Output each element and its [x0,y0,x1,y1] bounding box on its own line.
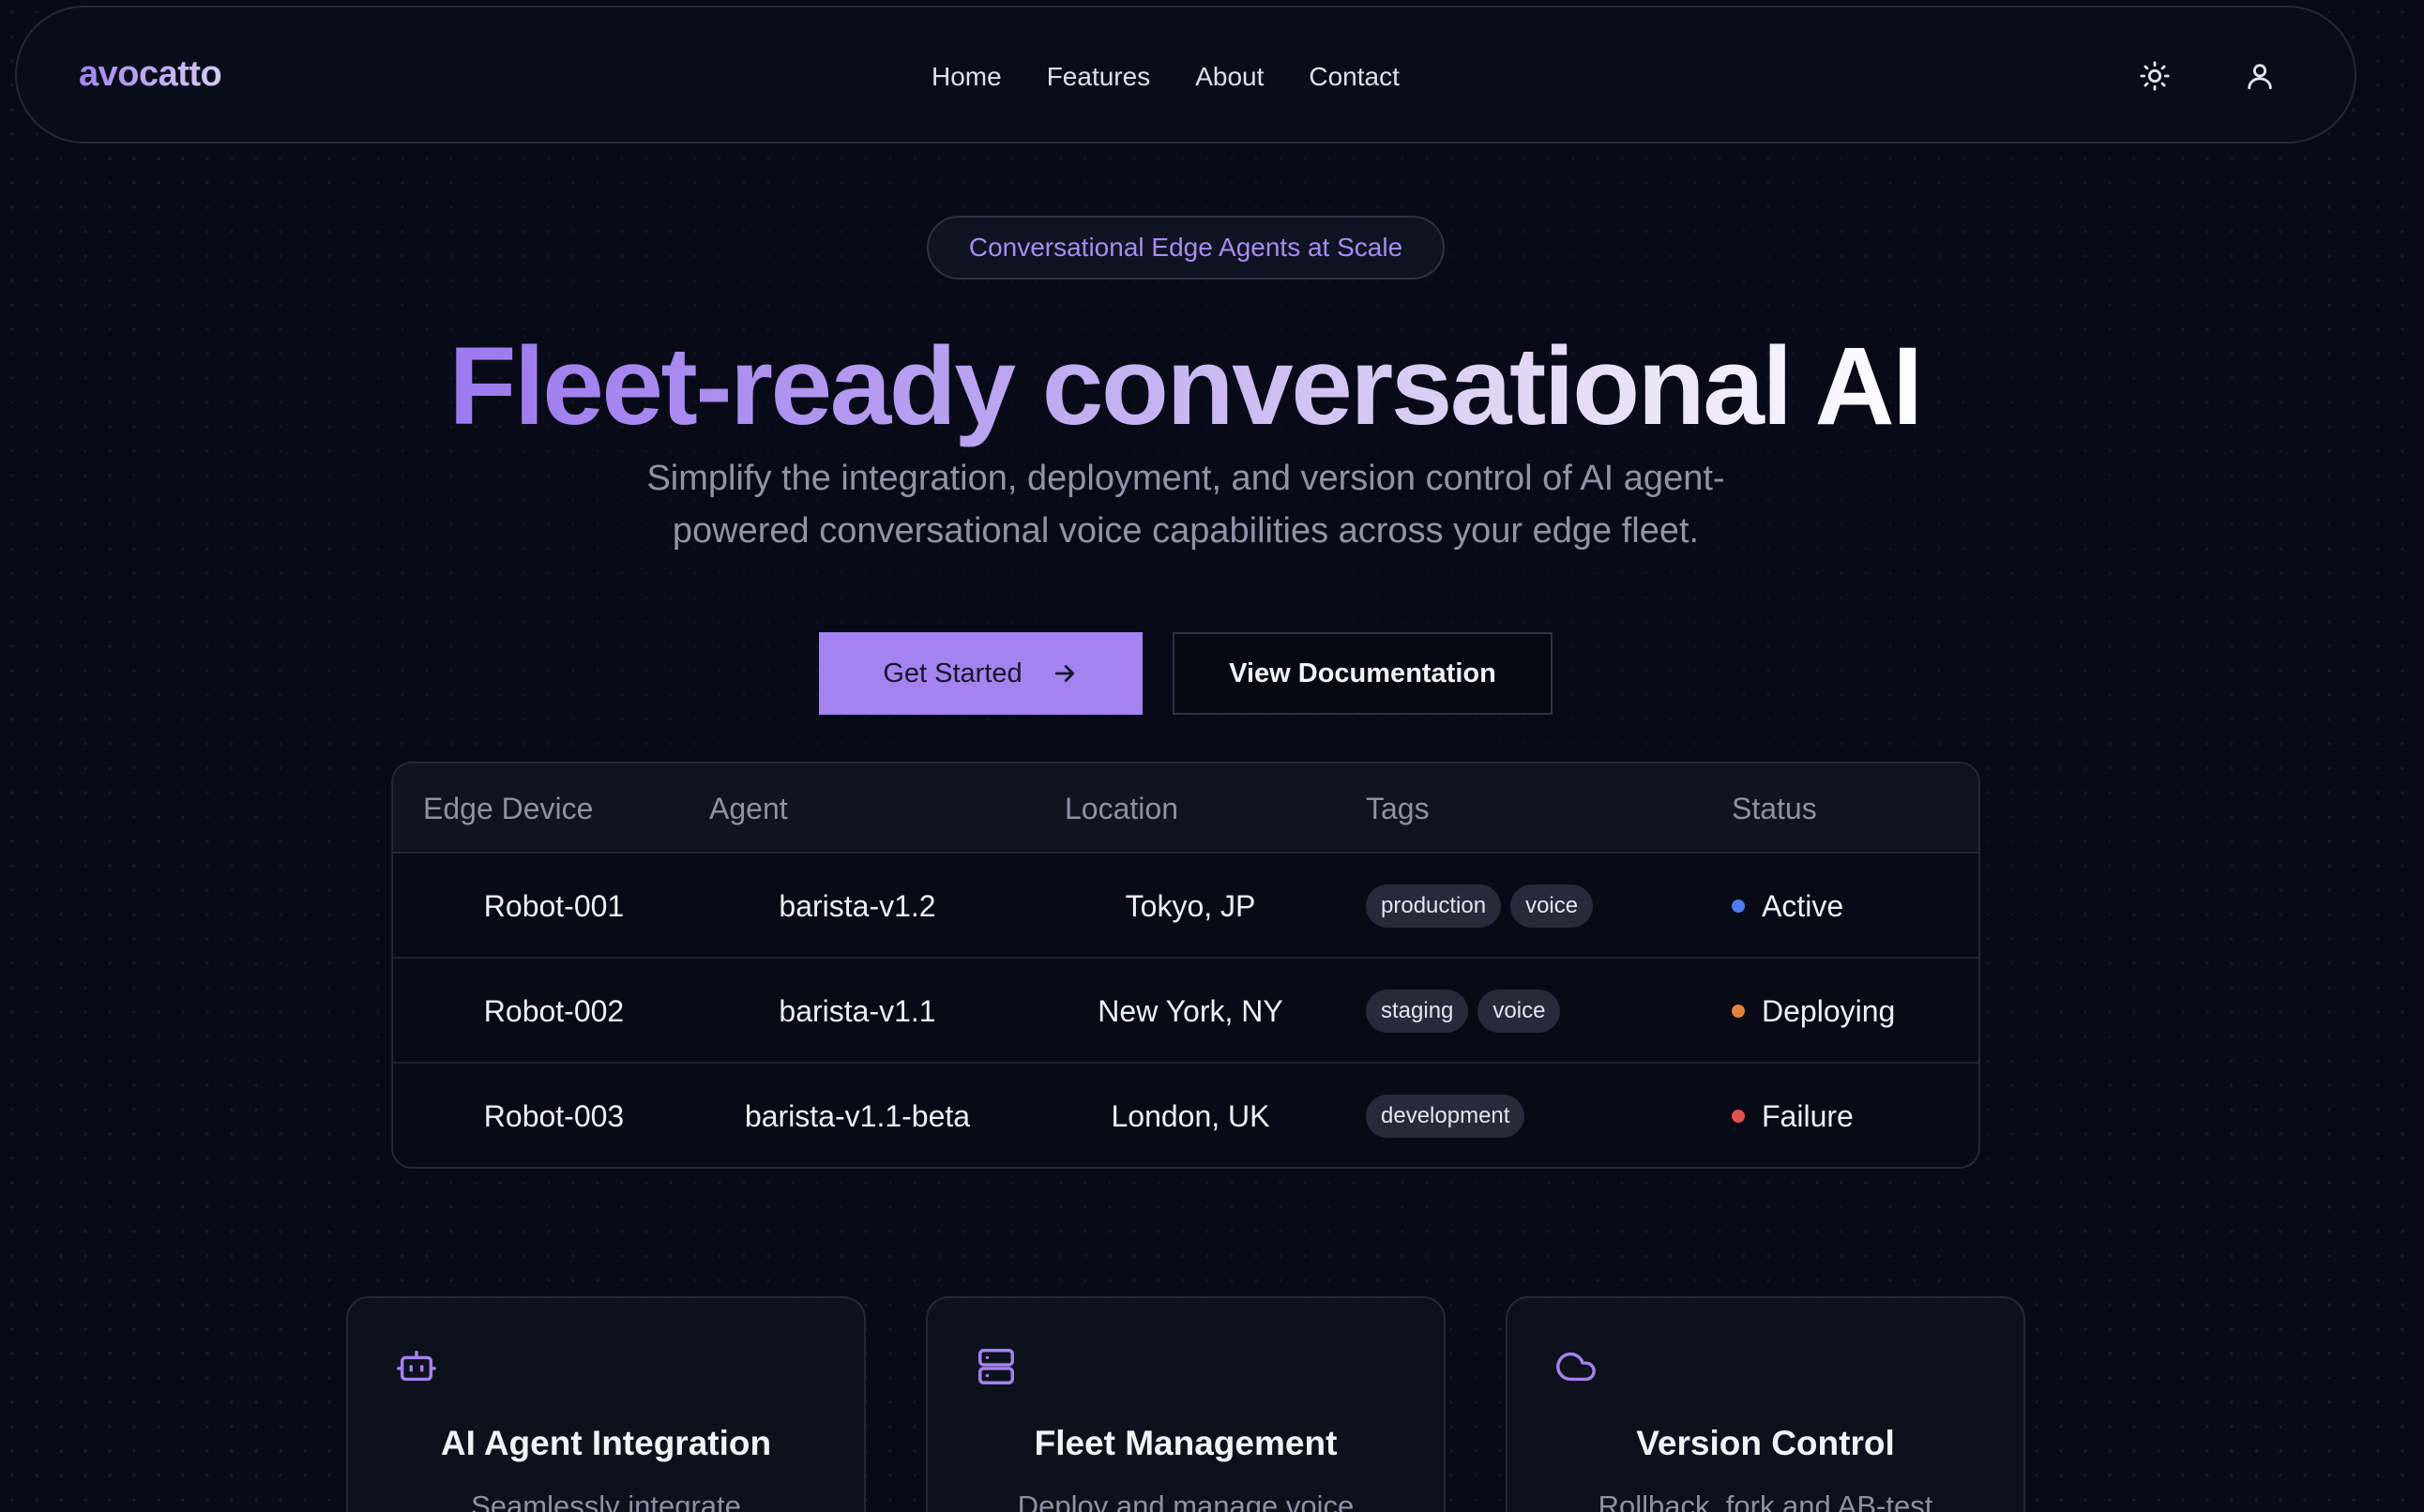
hero-headline-text: Fleet-ready conversational AI [448,325,1923,448]
column-header-tags: Tags [1366,792,1430,825]
feature-card-ai-agent-integration: AI Agent Integration Seamlessly integrat… [346,1296,866,1512]
column-header-agent: Agent [709,792,788,825]
table-row[interactable]: Robot-001 barista-v1.2 Tokyo, JP product… [393,854,1978,959]
cell-tags: production voice [1366,854,1602,959]
view-documentation-button[interactable]: View Documentation [1173,632,1553,715]
status-dot [1732,1005,1745,1018]
nav-link-features[interactable]: Features [1047,62,1151,92]
feature-title: AI Agent Integration [440,1424,772,1462]
get-started-button[interactable]: Get Started [819,632,1143,715]
cell-device: Robot-003 [483,1099,625,1133]
get-started-label: Get Started [883,658,1023,688]
nav-link-home[interactable]: Home [932,62,1002,92]
cell-location: Tokyo, JP [1125,889,1256,923]
status-dot [1732,900,1745,913]
status-text: Deploying [1762,993,1896,1028]
cell-agent: barista-v1.2 [779,889,936,923]
cell-agent: barista-v1.1 [779,994,936,1028]
feature-description: Seamlessly integrate [471,1489,741,1512]
feature-card-fleet-management: Fleet Management Deploy and manage voice [926,1296,1446,1512]
feature-title: Fleet Management [1034,1424,1338,1462]
nav-link-about[interactable]: About [1195,62,1264,92]
tag: production [1366,885,1502,928]
cell-device: Robot-002 [483,994,625,1028]
status-dot [1732,1110,1745,1123]
logo[interactable]: avocatto [79,54,222,95]
nav-links: Home Features About Contact [932,8,1445,145]
feature-title: Version Control [1636,1424,1895,1462]
cell-tags: staging voice [1366,959,1569,1064]
hero-subtitle-line-1: Simplify the integration, deployment, an… [646,459,1725,498]
feature-card-version-control: Version Control Rollback, fork and AB-te… [1506,1296,2025,1512]
nav-link-contact[interactable]: Contact [1309,62,1400,92]
arrow-right-icon [1054,665,1074,682]
hero-subtitle-line-2: powered conversational voice capabilitie… [672,511,1700,551]
cell-agent: barista-v1.1-beta [744,1099,971,1133]
table-row[interactable]: Robot-002 barista-v1.1 New York, NY stag… [393,959,1978,1064]
status-text: Failure [1762,1098,1854,1133]
feature-description: Deploy and manage voice [1017,1489,1355,1512]
tag: voice [1477,990,1561,1033]
hero-headline: Fleet-ready conversational AI [0,326,2370,446]
column-header-status: Status [1732,792,1817,825]
top-navbar: avocatto Home Features About Contact [15,6,2356,144]
table-header: Edge Device Agent Location Tags Status [393,764,1978,854]
sun-icon[interactable] [2139,60,2171,92]
fleet-table: Edge Device Agent Location Tags Status R… [391,762,1980,1169]
cell-device: Robot-001 [483,889,625,923]
cell-tags: development [1366,1064,1534,1167]
cloud-icon [1554,1345,1598,1388]
user-icon[interactable] [2244,60,2276,92]
bot-icon [395,1345,438,1388]
hero-badge: Conversational Edge Agents at Scale [927,216,1445,280]
view-documentation-label: View Documentation [1229,658,1496,688]
tag: development [1366,1095,1525,1138]
hero-subtitle: Simplify the integration, deployment, an… [600,452,1771,557]
cell-location: London, UK [1111,1099,1270,1133]
tag: staging [1366,990,1469,1033]
server-icon [975,1345,1018,1388]
cell-location: New York, NY [1098,994,1283,1028]
column-header-location: Location [1065,792,1178,825]
column-header-edge-device: Edge Device [423,792,594,825]
cell-status: Failure [1732,1064,1854,1167]
tag: voice [1510,885,1594,928]
table-row[interactable]: Robot-003 barista-v1.1-beta London, UK d… [393,1064,1978,1167]
cell-status: Deploying [1732,959,1895,1064]
cell-status: Active [1732,854,1843,959]
feature-description: Rollback, fork and AB-test [1598,1489,1933,1512]
status-text: Active [1762,888,1844,923]
